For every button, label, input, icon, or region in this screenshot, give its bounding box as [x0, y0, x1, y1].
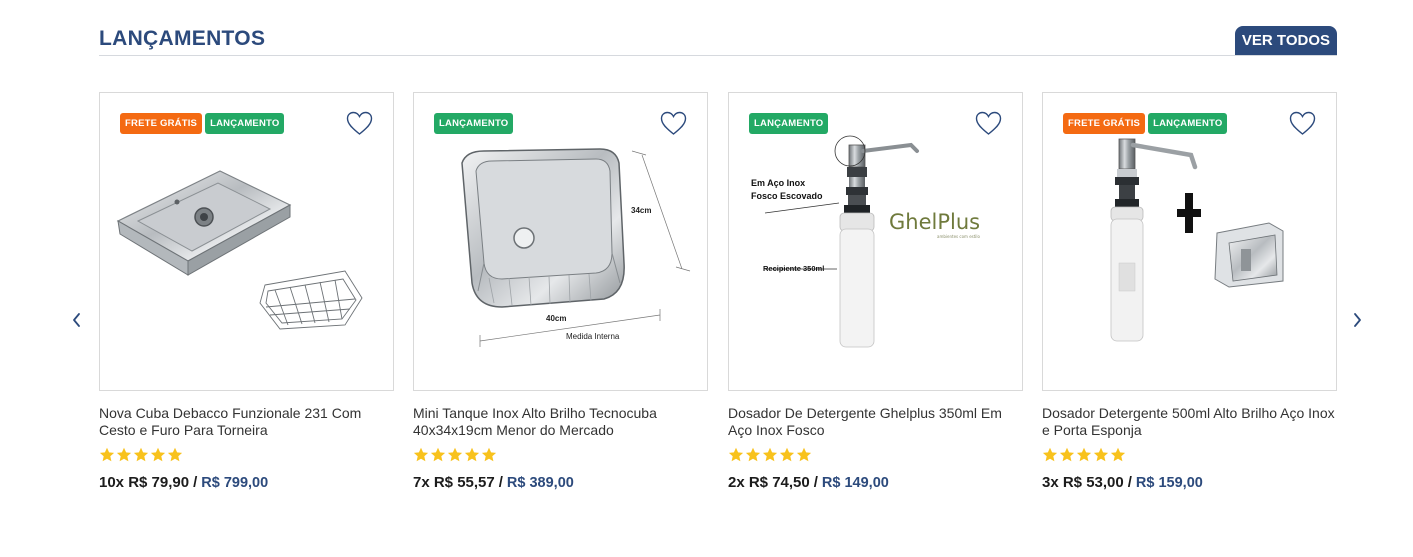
- product-name[interactable]: Dosador Detergente 500ml Alto Brilho Aço…: [1042, 405, 1337, 439]
- image-capacity-label: Recipiente 350ml: [763, 264, 824, 273]
- product-card[interactable]: FRETE GRÁTIS LANÇAMENTO Dosador Detergen…: [1042, 92, 1337, 502]
- total-price: R$ 389,00: [506, 475, 574, 491]
- rating-stars: [1042, 447, 1126, 463]
- total-price: R$ 799,00: [201, 475, 269, 491]
- chevron-left-icon: [73, 313, 80, 327]
- image-caption-line2: Fosco Escovado: [751, 191, 823, 201]
- star-icon: [1110, 447, 1126, 463]
- launch-badge: LANÇAMENTO: [749, 113, 829, 134]
- price-separator: /: [498, 474, 503, 491]
- star-icon: [796, 447, 812, 463]
- launch-badge: LANÇAMENTO: [1148, 113, 1228, 134]
- star-icon: [167, 447, 183, 463]
- installment-price: 2x R$ 74,50: [728, 474, 810, 491]
- badge-group: FRETE GRÁTIS LANÇAMENTO: [120, 113, 285, 134]
- dimension-label-width: 40cm: [546, 314, 566, 323]
- star-icon: [1076, 447, 1092, 463]
- heart-icon: [1289, 111, 1316, 135]
- installment-price: 10x R$ 79,90: [99, 474, 190, 491]
- badge-group: LANÇAMENTO: [749, 113, 829, 134]
- favorite-button[interactable]: [975, 111, 1002, 136]
- product-image-dispenser-and-sponge-holder: [1110, 138, 1284, 342]
- star-icon: [447, 447, 463, 463]
- product-image-box[interactable]: FRETE GRÁTIS LANÇAMENTO: [1042, 92, 1337, 391]
- star-icon: [99, 447, 115, 463]
- carousel-next-button[interactable]: [1349, 310, 1367, 330]
- heart-icon: [660, 111, 687, 135]
- badge-group: FRETE GRÁTIS LANÇAMENTO: [1063, 113, 1228, 134]
- total-price: R$ 149,00: [821, 475, 889, 491]
- launches-section: LANÇAMENTOS VER TODOS FRETE GRÁTIS LANÇA…: [0, 0, 1413, 557]
- favorite-button[interactable]: [346, 111, 373, 136]
- rating-stars: [413, 447, 497, 463]
- star-icon: [1093, 447, 1109, 463]
- total-price: R$ 159,00: [1135, 475, 1203, 491]
- product-card[interactable]: 34cm 40cm Medida Interna LANÇAMENTO Mini…: [413, 92, 708, 502]
- free-shipping-badge: FRETE GRÁTIS: [120, 113, 203, 134]
- view-all-button[interactable]: VER TODOS: [1234, 26, 1337, 55]
- brand-logo-text: GhelPlus: [889, 210, 980, 234]
- star-icon: [1059, 447, 1075, 463]
- star-icon: [762, 447, 778, 463]
- product-price: 3x R$ 53,00/R$ 159,00: [1042, 474, 1203, 491]
- rating-stars: [99, 447, 183, 463]
- star-icon: [430, 447, 446, 463]
- dimension-caption: Medida Interna: [566, 332, 620, 341]
- product-image-box[interactable]: Em Aço Inox Fosco Escovado Recipiente 35…: [728, 92, 1023, 391]
- star-icon: [779, 447, 795, 463]
- product-price: 7x R$ 55,57/R$ 389,00: [413, 474, 574, 491]
- product-price: 10x R$ 79,90/R$ 799,00: [99, 474, 268, 491]
- dimension-label-depth: 34cm: [631, 206, 651, 215]
- installment-price: 7x R$ 55,57: [413, 474, 495, 491]
- rating-stars: [728, 447, 812, 463]
- brand-tagline: ambientes com estilo: [937, 234, 981, 239]
- section-title: LANÇAMENTOS: [99, 27, 266, 50]
- launch-badge: LANÇAMENTO: [434, 113, 514, 134]
- product-card[interactable]: Em Aço Inox Fosco Escovado Recipiente 35…: [728, 92, 1023, 502]
- badge-group: LANÇAMENTO: [434, 113, 514, 134]
- star-icon: [1042, 447, 1058, 463]
- star-icon: [745, 447, 761, 463]
- product-price: 2x R$ 74,50/R$ 149,00: [728, 474, 889, 491]
- chevron-right-icon: [1354, 313, 1361, 327]
- product-image-box[interactable]: 34cm 40cm Medida Interna LANÇAMENTO: [413, 92, 708, 391]
- product-image-sink-with-basket: [116, 170, 363, 330]
- favorite-button[interactable]: [660, 111, 687, 136]
- heart-icon: [975, 111, 1002, 135]
- installment-price: 3x R$ 53,00: [1042, 474, 1124, 491]
- image-caption-line1: Em Aço Inox: [751, 178, 805, 188]
- carousel-prev-button[interactable]: [68, 310, 86, 330]
- star-icon: [464, 447, 480, 463]
- star-icon: [116, 447, 132, 463]
- price-separator: /: [193, 474, 198, 491]
- price-separator: /: [813, 474, 818, 491]
- product-name[interactable]: Dosador De Detergente Ghelplus 350ml Em …: [728, 405, 1023, 439]
- star-icon: [150, 447, 166, 463]
- product-name[interactable]: Mini Tanque Inox Alto Brilho Tecnocuba 4…: [413, 405, 708, 439]
- star-icon: [413, 447, 429, 463]
- star-icon: [728, 447, 744, 463]
- product-image-mini-tank: 34cm 40cm Medida Interna: [461, 148, 691, 347]
- product-card[interactable]: FRETE GRÁTIS LANÇAMENTO Nova Cuba Debacc…: [99, 92, 394, 502]
- heart-icon: [346, 111, 373, 135]
- price-separator: /: [1127, 474, 1132, 491]
- product-image-box[interactable]: FRETE GRÁTIS LANÇAMENTO: [99, 92, 394, 391]
- favorite-button[interactable]: [1289, 111, 1316, 136]
- star-icon: [133, 447, 149, 463]
- free-shipping-badge: FRETE GRÁTIS: [1063, 113, 1146, 134]
- product-name[interactable]: Nova Cuba Debacco Funzionale 231 Com Ces…: [99, 405, 394, 439]
- launch-badge: LANÇAMENTO: [205, 113, 285, 134]
- star-icon: [481, 447, 497, 463]
- section-header: LANÇAMENTOS VER TODOS: [99, 26, 1337, 56]
- product-image-detergent-dispenser: Em Aço Inox Fosco Escovado Recipiente 35…: [751, 135, 981, 348]
